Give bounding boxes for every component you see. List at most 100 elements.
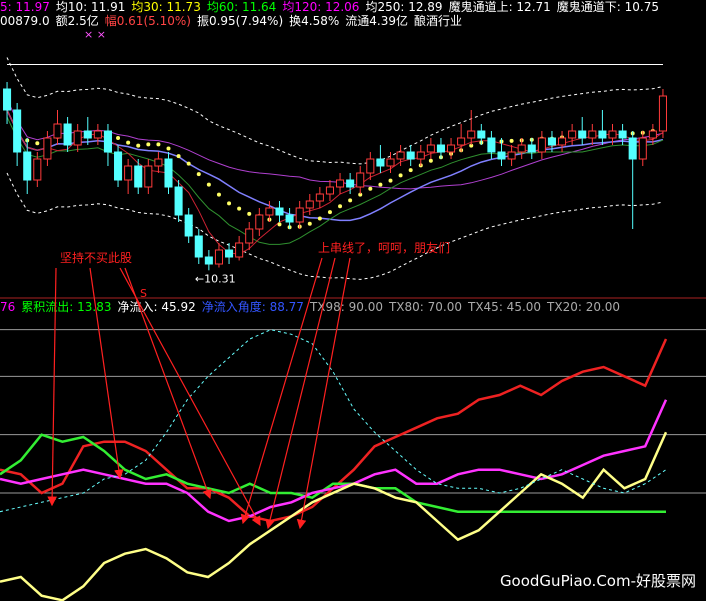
candle-body: [134, 165, 143, 188]
ma10-dot: [327, 210, 332, 215]
ma10-dot: [116, 136, 121, 140]
chart-canvas: ←10.31 坚持不买此股 上串线了，呵呵，朋友们 S × ×: [0, 28, 706, 601]
candle-body: [628, 137, 637, 160]
ma10-dot: [307, 221, 312, 226]
candle-body: [386, 158, 395, 167]
annotation-left-arrow-0: [47, 267, 57, 507]
candle-body: [235, 242, 244, 258]
candle-body: [255, 214, 264, 230]
candle-body: [214, 249, 223, 265]
candle-body: [43, 137, 52, 160]
candle-body: [13, 109, 22, 153]
ma10-dot: [388, 178, 393, 183]
candle-body: [275, 207, 284, 216]
ma10-dot: [196, 172, 201, 177]
ma10-dot: [348, 198, 353, 203]
candle-body: [174, 186, 183, 216]
candle-body: [315, 193, 324, 202]
candle-body: [537, 137, 546, 153]
sell-marker: S: [140, 287, 147, 300]
candle-body: [305, 200, 314, 209]
ma10-dot: [509, 138, 514, 143]
candle-body: [33, 158, 42, 181]
ma10-dot: [398, 173, 403, 178]
annotation-layer: 坚持不买此股 上串线了，呵呵，朋友们 S × ×: [47, 28, 450, 530]
candle-body: [457, 137, 466, 146]
candle-body: [184, 214, 193, 237]
ma10-dot: [146, 142, 151, 147]
candle-body: [225, 249, 234, 258]
candle-body: [336, 179, 345, 188]
candle-body: [245, 228, 254, 244]
candle-body: [507, 151, 516, 160]
candle-body: [517, 144, 526, 153]
annotation-left-arrow-2: [124, 267, 212, 500]
candle-body: [416, 151, 425, 160]
annotation-left-arrow-1: [89, 267, 124, 480]
ma10-dot: [317, 216, 322, 221]
candle-body: [114, 151, 123, 181]
ma10-dot: [35, 141, 40, 146]
ma60-line: [6, 109, 664, 222]
candle-body: [325, 186, 334, 195]
candle-body: [618, 130, 627, 139]
candle-body: [447, 144, 456, 153]
candle-body: [568, 130, 577, 139]
candle-body: [406, 151, 415, 160]
cross-markers: × ×: [84, 28, 106, 41]
candle-body: [73, 130, 82, 146]
candle-body: [638, 137, 647, 160]
ma10-dot: [408, 168, 413, 173]
candle-body: [124, 165, 133, 181]
candle-body: [467, 130, 476, 139]
ma10-dot: [277, 222, 282, 227]
low-price-label: ←10.31: [195, 272, 236, 285]
candle-body: [527, 144, 536, 153]
candle-body: [558, 137, 567, 146]
candle-body: [588, 130, 597, 139]
candle-body: [204, 256, 213, 265]
candle-body: [487, 137, 496, 153]
candle-body: [547, 137, 556, 146]
ma10-dot: [338, 204, 343, 209]
candle-body: [648, 130, 657, 139]
annotation-left-arrow-3: [119, 267, 261, 527]
ma10-dot: [206, 182, 211, 187]
candle-body: [658, 95, 667, 132]
ma10-dot: [126, 140, 131, 145]
candle-body: [103, 130, 112, 153]
candle-body: [295, 207, 304, 223]
stock-chart-window: 5: 11.97 均10: 11.91 均30: 11.73 均60: 11.64 均1…: [0, 0, 706, 601]
ma10-dot: [428, 158, 433, 163]
candle-body: [164, 158, 173, 188]
ma10-dot: [227, 201, 232, 206]
watermark-text: GoodGuPiao.Com-好股票网: [499, 572, 696, 590]
candle-body: [63, 123, 72, 146]
candle-body: [426, 144, 435, 153]
candle-body: [154, 158, 163, 167]
annotation-left-text: 坚持不买此股: [60, 250, 132, 265]
candle-body: [265, 207, 274, 216]
ma10-dot: [176, 154, 181, 159]
candle-body: [578, 130, 587, 139]
candle-body: [83, 130, 92, 139]
ma10-dot: [136, 143, 141, 148]
candle-body: [346, 179, 355, 188]
candle-body: [285, 214, 294, 223]
candle-body: [194, 235, 203, 258]
ma10-dot: [247, 211, 252, 216]
candle-body: [436, 144, 445, 153]
candle-body: [356, 172, 365, 188]
candle-body: [477, 130, 486, 139]
candle-body: [366, 158, 375, 174]
candle-body: [23, 151, 32, 181]
annotation-right-text: 上串线了，呵呵，朋友们: [318, 240, 450, 255]
candle-body: [396, 151, 405, 160]
ma10-dot: [378, 182, 383, 187]
candle-body: [3, 88, 12, 111]
candle-body: [53, 123, 62, 139]
ma10-dot: [156, 142, 161, 147]
candle-body: [598, 130, 607, 139]
ma10-dot: [237, 206, 242, 211]
ma10-dot: [368, 186, 373, 191]
